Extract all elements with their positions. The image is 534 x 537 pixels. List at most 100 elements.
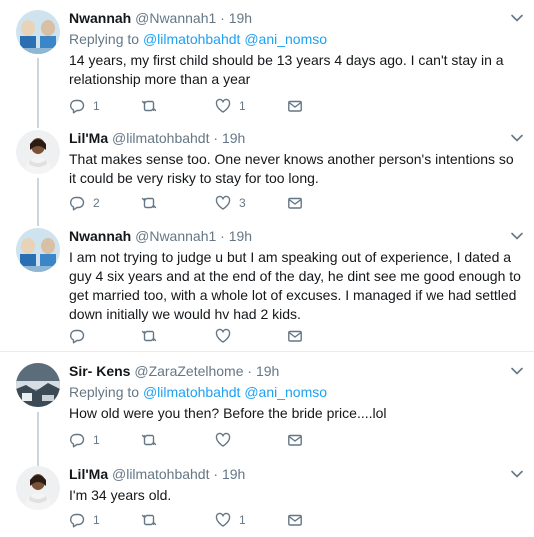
timestamp[interactable]: 19h bbox=[229, 10, 252, 26]
mention-link[interactable]: @ani_nomso bbox=[244, 384, 327, 400]
display-name[interactable]: Nwannah bbox=[69, 228, 131, 244]
chevron-down-icon[interactable] bbox=[510, 364, 524, 378]
tweet-actions: 1 1 bbox=[69, 96, 329, 116]
direct-message-button[interactable] bbox=[287, 193, 303, 213]
avatar[interactable] bbox=[16, 363, 60, 407]
heart-icon bbox=[215, 328, 231, 343]
like-button[interactable]: 1 bbox=[215, 96, 246, 116]
direct-message-button[interactable] bbox=[287, 510, 303, 530]
envelope-icon bbox=[288, 514, 302, 526]
reply-count: 1 bbox=[93, 433, 100, 447]
replying-label: Replying to bbox=[69, 31, 140, 47]
replying-label: Replying to bbox=[69, 384, 140, 400]
avatar[interactable] bbox=[16, 228, 60, 272]
tweet-actions: 1 1 bbox=[69, 510, 329, 530]
tweet-actions: 1 bbox=[69, 430, 329, 450]
retweet-icon bbox=[141, 197, 157, 209]
retweet-icon bbox=[141, 330, 157, 342]
tweet-text: 14 years, my first child should be 13 ye… bbox=[69, 52, 504, 87]
reply-count: 2 bbox=[93, 196, 100, 210]
chevron-down-icon[interactable] bbox=[510, 229, 524, 243]
separator-dot: · bbox=[213, 130, 219, 146]
display-name[interactable]: Lil'Ma bbox=[69, 466, 108, 482]
direct-message-button[interactable] bbox=[287, 430, 303, 450]
replying-to: Replying to @lilmatohbahdt @ani_nomso bbox=[69, 29, 522, 49]
heart-icon bbox=[215, 98, 231, 113]
envelope-icon bbox=[288, 197, 302, 209]
retweet-button[interactable] bbox=[141, 96, 165, 116]
like-button[interactable] bbox=[215, 430, 239, 450]
like-button[interactable] bbox=[215, 326, 239, 346]
reply-button[interactable] bbox=[69, 326, 93, 346]
tweet[interactable]: Sir- Kens @ZaraZetelhome · 19h Replying … bbox=[0, 361, 534, 459]
reply-count: 1 bbox=[93, 99, 100, 113]
reply-icon bbox=[70, 433, 85, 448]
tweet[interactable]: Nwannah @Nwannah1 · 19h Replying to @lil… bbox=[0, 8, 534, 120]
avatar[interactable] bbox=[16, 130, 60, 174]
chevron-down-icon[interactable] bbox=[510, 131, 524, 145]
heart-icon bbox=[215, 512, 231, 527]
retweet-icon bbox=[141, 434, 157, 446]
chevron-down-icon[interactable] bbox=[510, 11, 524, 25]
separator-dot: · bbox=[220, 228, 225, 244]
user-handle[interactable]: @ZaraZetelhome bbox=[134, 363, 243, 379]
display-name[interactable]: Lil'Ma bbox=[69, 130, 108, 146]
thread-divider bbox=[0, 351, 534, 352]
envelope-icon bbox=[288, 330, 302, 342]
heart-icon bbox=[215, 432, 231, 447]
timestamp[interactable]: 19h bbox=[222, 466, 245, 482]
reply-icon bbox=[70, 513, 85, 528]
tweet-text: That makes sense too. One never knows an… bbox=[69, 151, 514, 186]
tweet-header: Sir- Kens @ZaraZetelhome · 19h bbox=[69, 361, 522, 381]
like-button[interactable]: 3 bbox=[215, 193, 246, 213]
retweet-icon bbox=[141, 514, 157, 526]
tweet-header: Lil'Ma @lilmatohbahdt · 19h bbox=[69, 464, 522, 484]
user-handle[interactable]: @Nwannah1 bbox=[135, 10, 216, 26]
tweet-header: Nwannah @Nwannah1 · 19h bbox=[69, 226, 522, 246]
display-name[interactable]: Nwannah bbox=[69, 10, 131, 26]
tweet-actions: 2 3 bbox=[69, 193, 329, 213]
user-handle[interactable]: @Nwannah1 bbox=[135, 228, 216, 244]
reply-count: 1 bbox=[93, 513, 100, 527]
retweet-button[interactable] bbox=[141, 326, 165, 346]
chevron-down-icon[interactable] bbox=[510, 467, 524, 481]
reply-button[interactable]: 1 bbox=[69, 430, 100, 450]
timestamp[interactable]: 19h bbox=[222, 130, 245, 146]
user-handle[interactable]: @lilmatohbahdt bbox=[112, 466, 210, 482]
tweet[interactable]: Lil'Ma @lilmatohbahdt · 19h That makes s… bbox=[0, 128, 534, 220]
reply-button[interactable]: 1 bbox=[69, 510, 100, 530]
retweet-button[interactable] bbox=[141, 510, 165, 530]
like-button[interactable]: 1 bbox=[215, 510, 246, 530]
reply-icon bbox=[70, 329, 85, 344]
user-handle[interactable]: @lilmatohbahdt bbox=[112, 130, 210, 146]
direct-message-button[interactable] bbox=[287, 96, 303, 116]
separator-dot: · bbox=[213, 466, 219, 482]
avatar[interactable] bbox=[16, 466, 60, 510]
mention-link[interactable]: @ani_nomso bbox=[244, 31, 327, 47]
tweet-header: Lil'Ma @lilmatohbahdt · 19h bbox=[69, 128, 522, 148]
timestamp[interactable]: 19h bbox=[229, 228, 252, 244]
replying-to: Replying to @lilmatohbahdt @ani_nomso bbox=[69, 382, 522, 402]
reply-icon bbox=[70, 99, 85, 114]
tweet-actions bbox=[69, 326, 329, 346]
reply-button[interactable]: 2 bbox=[69, 193, 100, 213]
envelope-icon bbox=[288, 434, 302, 446]
heart-icon bbox=[215, 195, 231, 210]
mention-link[interactable]: @lilmatohbahdt bbox=[143, 31, 241, 47]
timestamp[interactable]: 19h bbox=[256, 363, 279, 379]
reply-button[interactable]: 1 bbox=[69, 96, 100, 116]
reply-icon bbox=[70, 196, 85, 211]
like-count: 3 bbox=[239, 196, 246, 210]
retweet-button[interactable] bbox=[141, 193, 165, 213]
tweet[interactable]: Nwannah @Nwannah1 · 19h I am not trying … bbox=[0, 226, 534, 351]
tweet-text: I am not trying to judge u but I am spea… bbox=[69, 249, 521, 322]
tweet[interactable]: Lil'Ma @lilmatohbahdt · 19h I'm 34 years… bbox=[0, 464, 534, 537]
retweet-button[interactable] bbox=[141, 430, 165, 450]
display-name[interactable]: Sir- Kens bbox=[69, 363, 130, 379]
separator-dot: · bbox=[247, 363, 253, 379]
tweet-text: I'm 34 years old. bbox=[69, 487, 172, 503]
direct-message-button[interactable] bbox=[287, 326, 303, 346]
avatar[interactable] bbox=[16, 10, 60, 54]
mention-link[interactable]: @lilmatohbahdt bbox=[143, 384, 241, 400]
like-count: 1 bbox=[239, 513, 246, 527]
